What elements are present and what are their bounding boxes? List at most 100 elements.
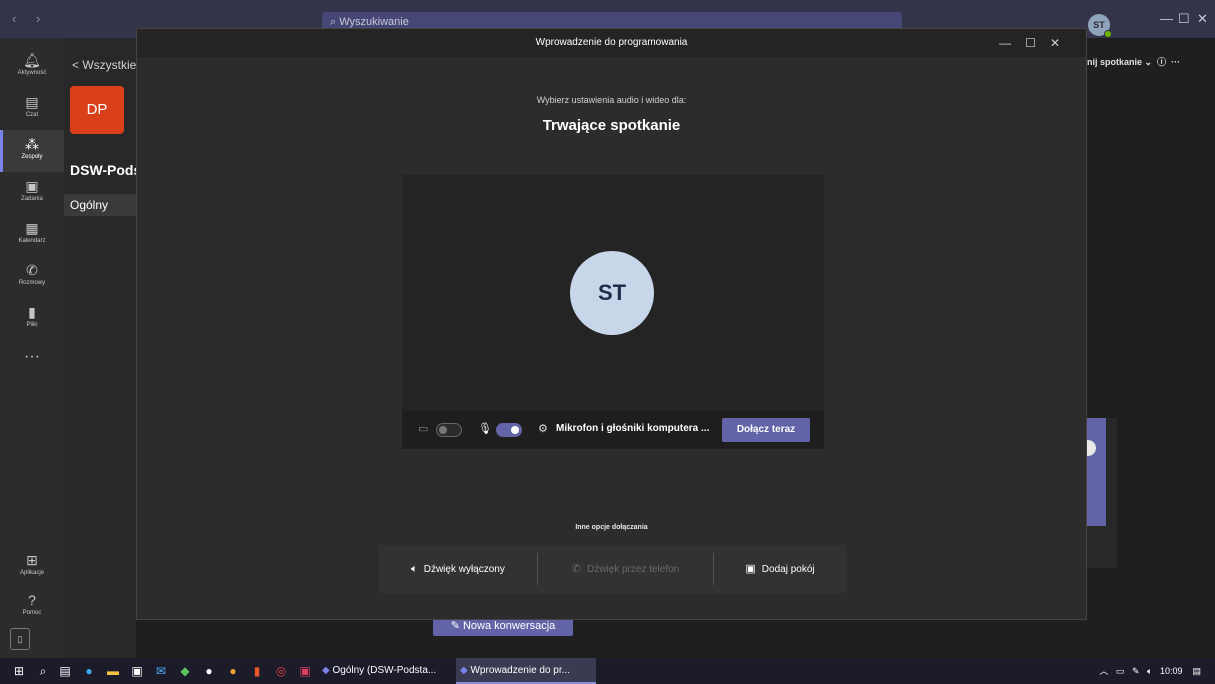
meeting-toolbar[interactable]: nij spotkanie ⌄ ⓘ ··· [1087,55,1180,68]
chevron-up-icon[interactable]: ︿ [1099,666,1108,676]
user-avatar[interactable]: ST [1088,14,1112,38]
gear-icon[interactable]: ⚙ [538,422,548,435]
bell-icon: 🔔︎ [23,52,41,68]
new-conversation-label: Nowa konwersacja [462,620,556,632]
join-options-bar: 🔈︎ Dźwięk wyłączony ✆ Dźwięk przez telefon… [379,545,846,593]
rail-label: Zadania [21,196,43,202]
notifications-icon[interactable]: ▤ [1192,666,1201,676]
apps-icon: ⊞ [26,552,38,568]
store-icon[interactable]: ▣ [128,662,146,680]
chrome-icon[interactable]: ● [224,662,242,680]
rail-label: Pomoc [22,610,42,616]
rail-label: Zespoły [21,154,43,160]
help-icon: ? [28,592,36,608]
rail-item-tasks[interactable]: ▣ Zadania [0,172,64,214]
rail-item-chat[interactable]: ▤ Czat [0,88,64,130]
network-icon[interactable]: ▭ [1116,666,1125,676]
shield-icon[interactable]: ◆ [176,662,194,680]
history-nav-arrows[interactable]: ‹ › [12,11,48,26]
dialog-window-controls: —☐✕ [999,29,1074,57]
app-icon[interactable]: ● [200,662,218,680]
volume-muted-icon[interactable]: 🔈︎ [1147,666,1152,676]
option-label: Dodaj pokój [761,564,815,575]
opera-icon[interactable]: ◎ [272,662,290,680]
toggle-knob [439,426,447,434]
chevron-down-icon: ⌄ [1144,57,1153,67]
office-icon[interactable]: ▮ [248,662,266,680]
microphone-toggle[interactable] [496,423,522,437]
user-initials: ST [1093,20,1105,30]
taskbar-app-teams-meeting[interactable]: ◆ Wprowadzenie do pr... [456,658,596,684]
rail-label: Aplikacje [19,570,44,576]
team-avatar: DP [70,86,124,134]
windows-start-icon[interactable]: ⊞ [10,662,28,680]
rail-item-files[interactable]: ▮ Pliki [0,298,64,340]
phone-audio-option[interactable]: ✆ Dźwięk przez telefon [538,545,713,593]
edge-icon[interactable]: ● [80,662,98,680]
teams-panel: < Wszystkie DP DSW-Pods Ogólny [64,38,141,658]
maximize-icon[interactable]: ☐ [1025,36,1050,50]
audio-device-selector[interactable]: Mikrofon i głośniki komputera ... [556,423,709,434]
close-icon[interactable]: ✕ [1197,11,1208,27]
clock[interactable]: 10:09 [1160,666,1183,676]
taskbar-app-label: Ogólny (DSW-Podsta... [332,665,437,676]
rail-label: Rozmowy [18,280,46,286]
team-name: DSW-Pods [70,162,142,178]
camera-toggle[interactable] [436,423,462,437]
video-preview: ST [402,175,824,411]
info-icon: ⓘ [1157,57,1167,67]
rail-item-calls[interactable]: ✆ Rozmowy [0,256,64,298]
speaker-muted-icon: 🔈︎ [411,563,418,575]
close-icon[interactable]: ✕ [1050,36,1074,50]
add-room-option[interactable]: ▣ Dodaj pokój [714,545,846,593]
audio-off-option[interactable]: 🔈︎ Dźwięk wyłączony [379,545,537,593]
rail-item-help[interactable]: ? Pomoc [0,586,64,628]
post-card-accent [1087,418,1106,526]
rail-label: Kalendarz [18,238,46,244]
self-avatar: ST [570,251,654,335]
dialog-subtitle: Wybierz ustawienia audio i wideo dla: [536,95,687,105]
minimize-icon[interactable]: — [1160,11,1173,26]
rail-item-teams[interactable]: ⁂ Zespoły [0,130,64,172]
join-now-button[interactable]: Dołącz teraz [722,418,810,442]
option-label: Dźwięk wyłączony [423,564,505,575]
files-icon: ▮ [28,304,36,320]
rail-item-activity[interactable]: 🔔︎ Aktywność [0,46,64,88]
rail-item-calendar[interactable]: ▦ Kalendarz [0,214,64,256]
search-placeholder: Wyszukiwanie [339,16,409,28]
meeting-button-label: nij spotkanie [1087,57,1143,67]
rail-label: Aktywność [17,70,47,76]
meeting-heading: Trwające spotkanie [542,117,681,134]
av-controls-bar: ▭ 🎙︎ ⚙ Mikrofon i głośniki komputera ...… [402,411,824,449]
rail-label: Pliki [26,322,38,328]
search-icon[interactable]: ⌕ [34,662,52,680]
teams-icon: ◆ [460,665,468,676]
phone-icon: ✆ [26,262,38,278]
channel-item-general[interactable]: Ogólny [64,194,136,216]
taskbar-app-label: Wprowadzenie do pr... [470,665,570,676]
more-icon: ··· [1171,57,1181,67]
taskbar-app-teams-general[interactable]: ◆ Ogólny (DSW-Podsta... [318,658,454,684]
minimize-icon[interactable]: — [999,36,1025,50]
file-explorer-icon[interactable]: ▬ [104,662,122,680]
phone-icon: ✆ [571,563,581,575]
mail-icon[interactable]: ✉ [152,662,170,680]
presence-dot [1104,30,1112,38]
tasks-icon: ▣ [25,178,39,194]
room-icon: ▣ [745,563,756,575]
device-icon[interactable]: ▯ [10,628,30,650]
rail-item-apps[interactable]: ⊞ Aplikacje [0,546,64,588]
maximize-icon[interactable]: ☐ [1178,11,1190,27]
compose-icon: ✎ [450,620,460,632]
system-tray: ︿ ▭ ✎ 🔈︎ 10:09 ▤ [1099,658,1201,684]
back-to-teams-link[interactable]: < Wszystkie [72,58,136,72]
teams-icon: ◆ [322,665,330,676]
dialog-title: Wprowadzenie do programowania [137,29,1086,57]
meeting-join-dialog: Wprowadzenie do programowania —☐✕ Wybier… [136,28,1087,620]
security-app-icon[interactable]: ▣ [296,662,314,680]
more-apps-icon[interactable]: ··· [0,348,64,366]
toggle-knob [511,426,519,434]
other-join-options-label: Inne opcje dołączania [575,524,648,531]
task-view-icon[interactable]: ▤ [56,662,74,680]
pen-icon[interactable]: ✎ [1132,666,1140,676]
